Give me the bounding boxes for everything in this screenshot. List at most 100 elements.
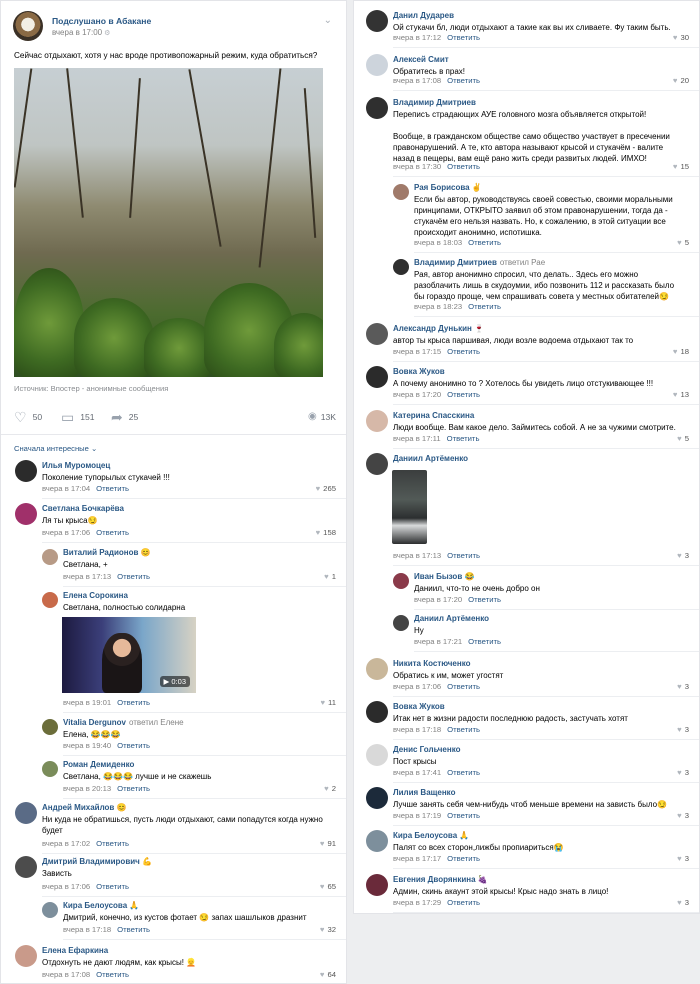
comment-author[interactable]: Алексей Смит bbox=[393, 55, 449, 64]
comment-author-name[interactable]: Рая Борисова ✌ bbox=[414, 183, 482, 192]
comment-author[interactable]: Роман Демиденко bbox=[63, 760, 134, 769]
comment-like-button[interactable]: ♥ 18 bbox=[673, 347, 689, 356]
comment-like-button[interactable]: ♥ 3 bbox=[677, 725, 689, 734]
comment-author[interactable]: Вовка Жуков bbox=[393, 367, 445, 376]
comment-time[interactable]: вчера в 17:06 bbox=[42, 528, 90, 537]
comment-time[interactable]: вчера в 18:03 bbox=[414, 238, 462, 247]
reply-button[interactable]: Ответить bbox=[117, 572, 150, 581]
avatar[interactable] bbox=[15, 460, 37, 482]
comment-author-name[interactable]: Илья Муромоцец bbox=[42, 461, 110, 470]
comment-time[interactable]: вчера в 17:41 bbox=[393, 768, 441, 777]
avatar[interactable] bbox=[366, 453, 388, 475]
comment-video[interactable]: ▶ 0:03 bbox=[62, 617, 196, 693]
comment-author-name[interactable]: Иван Бызов 😂 bbox=[414, 572, 474, 581]
avatar[interactable] bbox=[366, 366, 388, 388]
comment-author[interactable]: Светлана Бочкарёва bbox=[42, 504, 124, 513]
comment-like-button[interactable]: ♥ 158 bbox=[316, 528, 336, 537]
comment-author-name[interactable]: Алексей Смит bbox=[393, 55, 449, 64]
avatar[interactable] bbox=[42, 549, 58, 565]
comment-time[interactable]: вчера в 17:11 bbox=[393, 434, 441, 443]
comment-author[interactable]: Никита Костюченко bbox=[393, 659, 470, 668]
comment-author-name[interactable]: Александр Дунькин 🍷 bbox=[393, 324, 484, 333]
avatar[interactable] bbox=[366, 410, 388, 432]
comment-author[interactable]: Кира Белоусова 🙏 bbox=[63, 901, 139, 910]
comment-time[interactable]: вчера в 17:06 bbox=[42, 882, 90, 891]
avatar[interactable] bbox=[366, 10, 388, 32]
comment-time[interactable]: вчера в 17:12 bbox=[393, 33, 441, 42]
comment-like-button[interactable]: ♥ 3 bbox=[677, 682, 689, 691]
comment-like-button[interactable]: ♥ 265 bbox=[316, 484, 336, 493]
avatar[interactable] bbox=[15, 856, 37, 878]
comment-author-name[interactable]: Никита Костюченко bbox=[393, 659, 470, 668]
comment-like-button[interactable]: ♥ 1 bbox=[324, 572, 336, 581]
reply-button[interactable]: Ответить bbox=[447, 725, 480, 734]
reply-button[interactable]: Ответить bbox=[117, 741, 150, 750]
avatar[interactable] bbox=[393, 259, 409, 275]
comment-time[interactable]: вчера в 17:20 bbox=[393, 390, 441, 399]
comment-author[interactable]: Александр Дунькин 🍷 bbox=[393, 324, 484, 333]
comment-like-button[interactable]: ♥ 11 bbox=[320, 698, 336, 707]
chevron-down-icon[interactable]: ⌄ bbox=[324, 15, 332, 26]
comment-author[interactable]: Виталий Радионов 😊 bbox=[63, 548, 151, 557]
community-avatar[interactable] bbox=[13, 11, 43, 41]
comment-author-name[interactable]: Дмитрий Владимирович 💪 bbox=[42, 857, 152, 866]
comment-time[interactable]: вчера в 17:17 bbox=[393, 854, 441, 863]
comment-author-name[interactable]: Катерина Спасскина bbox=[393, 411, 474, 420]
comment-author-name[interactable]: Кира Белоусова 🙏 bbox=[63, 901, 139, 910]
comment-author[interactable]: Рая Борисова ✌ bbox=[414, 183, 482, 192]
comment-time[interactable]: вчера в 18:23 bbox=[414, 302, 462, 311]
comment-author-name[interactable]: Даниил Артёменко bbox=[393, 454, 468, 463]
comment-like-button[interactable]: ♥ 20 bbox=[673, 76, 689, 85]
comment-author-name[interactable]: Виталий Радионов 😊 bbox=[63, 548, 151, 557]
comment-author[interactable]: Дмитрий Владимирович 💪 bbox=[42, 857, 152, 866]
reply-button[interactable]: Ответить bbox=[447, 551, 480, 560]
comment-author[interactable]: Катерина Спасскина bbox=[393, 411, 474, 420]
sort-dropdown[interactable]: Сначала интересные ⌄ bbox=[14, 444, 97, 453]
share-button[interactable]: ➦ 25 bbox=[111, 410, 138, 424]
comment-author-name[interactable]: Роман Демиденко bbox=[63, 760, 134, 769]
comment-author[interactable]: Владимир Дмитриев bbox=[393, 98, 476, 107]
reply-button[interactable]: Ответить bbox=[447, 76, 480, 85]
comment-author[interactable]: Даниил Артёменко bbox=[393, 454, 468, 463]
reply-button[interactable]: Ответить bbox=[117, 784, 150, 793]
comment-author[interactable]: Елена Ефаркина bbox=[42, 946, 108, 955]
avatar[interactable] bbox=[393, 615, 409, 631]
reply-button[interactable]: Ответить bbox=[447, 898, 480, 907]
reply-button[interactable]: Ответить bbox=[96, 528, 129, 537]
comment-author[interactable]: Елена Сорокина bbox=[63, 591, 128, 600]
comment-author[interactable]: Лилия Ващенко bbox=[393, 788, 455, 797]
comment-time[interactable]: вчера в 17:04 bbox=[42, 484, 90, 493]
comment-like-button[interactable]: ♥ 91 bbox=[320, 839, 336, 848]
avatar[interactable] bbox=[366, 54, 388, 76]
like-button[interactable]: ♡ 50 bbox=[14, 410, 42, 424]
comment-like-button[interactable]: ♥ 2 bbox=[324, 784, 336, 793]
avatar[interactable] bbox=[15, 802, 37, 824]
comment-author-name[interactable]: Кира Белоусова 🙏 bbox=[393, 831, 469, 840]
avatar[interactable] bbox=[366, 787, 388, 809]
comment-like-button[interactable]: ♥ 3 bbox=[677, 768, 689, 777]
avatar[interactable] bbox=[366, 830, 388, 852]
comment-author-name[interactable]: Евгения Дворянкина 🍇 bbox=[393, 875, 488, 884]
post-photo[interactable] bbox=[14, 68, 323, 377]
comment-author[interactable]: Даниил Артёменко bbox=[414, 614, 489, 623]
comment-time[interactable]: вчера в 17:15 bbox=[393, 347, 441, 356]
reply-button[interactable]: Ответить bbox=[447, 434, 480, 443]
reply-button[interactable]: Ответить bbox=[447, 682, 480, 691]
comment-time[interactable]: вчера в 17:20 bbox=[414, 595, 462, 604]
comment-author-name[interactable]: Вовка Жуков bbox=[393, 367, 445, 376]
comment-time[interactable]: вчера в 19:01 bbox=[63, 698, 111, 707]
avatar[interactable] bbox=[366, 744, 388, 766]
comment-time[interactable]: вчера в 17:08 bbox=[42, 970, 90, 979]
avatar[interactable] bbox=[366, 658, 388, 680]
reply-button[interactable]: Ответить bbox=[447, 854, 480, 863]
avatar[interactable] bbox=[42, 761, 58, 777]
avatar[interactable] bbox=[42, 902, 58, 918]
reply-button[interactable]: Ответить bbox=[96, 970, 129, 979]
comment-author[interactable]: Владимир Дмитриев ответил Рае bbox=[414, 258, 545, 267]
comment-like-button[interactable]: ♥ 3 bbox=[677, 854, 689, 863]
avatar[interactable] bbox=[42, 592, 58, 608]
avatar[interactable] bbox=[42, 719, 58, 735]
reply-button[interactable]: Ответить bbox=[468, 302, 501, 311]
comment-time[interactable]: вчера в 17:21 bbox=[414, 637, 462, 646]
avatar[interactable] bbox=[366, 701, 388, 723]
